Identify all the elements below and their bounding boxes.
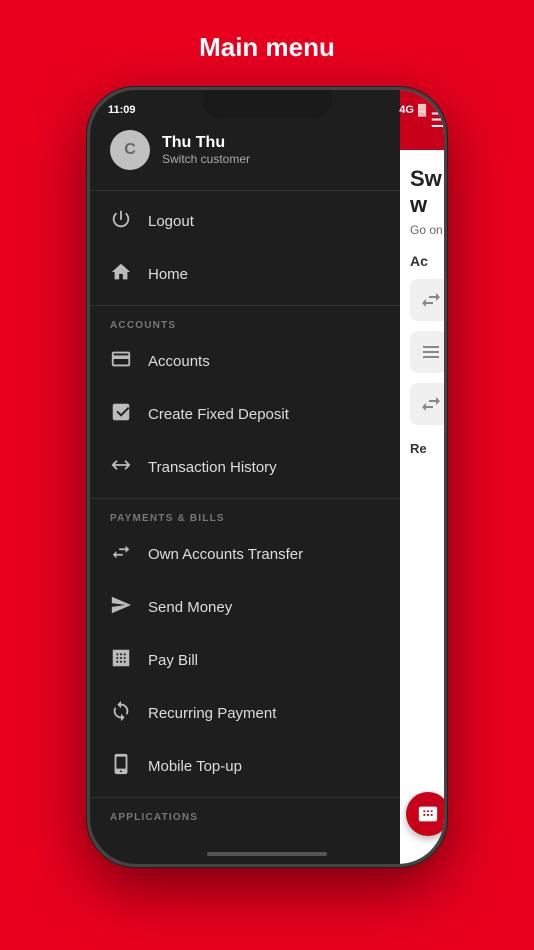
right-panel-content: Sww Go on Ac Re [400, 150, 444, 472]
home-icon [110, 261, 132, 288]
right-panel-icons [410, 279, 444, 425]
menu-item-pay-bill[interactable]: Pay Bill [90, 634, 400, 687]
divider-accounts [90, 305, 400, 306]
user-info: Thu Thu Switch customer [162, 134, 250, 166]
signal-icon: 4G [399, 104, 414, 116]
menu-panel: C Thu Thu Switch customer Logout [90, 90, 400, 864]
status-indicators: 4G ▓ [399, 104, 426, 116]
menu-item-send-money[interactable]: Send Money [90, 581, 400, 634]
user-section[interactable]: C Thu Thu Switch customer [90, 122, 400, 186]
own-transfer-label: Own Accounts Transfer [148, 546, 303, 563]
pay-bill-label: Pay Bill [148, 652, 198, 669]
phone-wrapper: 11:09 4G ▓ C Thu Thu Switch customer [87, 87, 447, 867]
right-icon-2 [410, 331, 444, 373]
menu-item-mobile-topup[interactable]: Mobile Top-up [90, 740, 400, 793]
bill-icon [110, 647, 132, 674]
home-indicator [207, 852, 327, 856]
avatar: C [110, 130, 150, 170]
right-icon-3 [410, 383, 444, 425]
divider-applications [90, 797, 400, 798]
battery-icon: ▓ [418, 104, 426, 116]
section-label-accounts: ACCOUNTS [90, 310, 400, 335]
send-money-icon [110, 594, 132, 621]
menu-item-logout[interactable]: Logout [90, 195, 400, 248]
section-label-applications: APPLICATIONS [90, 802, 400, 827]
fixed-deposit-label: Create Fixed Deposit [148, 406, 289, 423]
status-time: 11:09 [108, 104, 136, 116]
menu-item-home[interactable]: Home [90, 248, 400, 301]
power-icon [110, 208, 132, 235]
accounts-label: Accounts [148, 353, 210, 370]
status-bar: 11:09 4G ▓ [90, 90, 444, 122]
menu-item-accounts[interactable]: Accounts [90, 335, 400, 388]
fixed-deposit-icon [110, 401, 132, 428]
own-transfer-icon [110, 541, 132, 568]
right-panel-text: Sww [410, 166, 444, 219]
page-header: Main menu [0, 0, 534, 87]
menu-item-recurring[interactable]: Recurring Payment [90, 687, 400, 740]
home-label: Home [148, 266, 188, 283]
logout-label: Logout [148, 213, 194, 230]
right-icon-1 [410, 279, 444, 321]
card-icon [110, 348, 132, 375]
section-label-payments: PAYMENTS & BILLS [90, 503, 400, 528]
recurring-label: Recurring Payment [148, 705, 276, 722]
phone-frame: 11:09 4G ▓ C Thu Thu Switch customer [87, 87, 447, 867]
phone-screen: C Thu Thu Switch customer Logout [90, 90, 444, 864]
mobile-icon [110, 753, 132, 780]
send-money-label: Send Money [148, 599, 232, 616]
switch-customer-label[interactable]: Switch customer [162, 152, 250, 166]
fab-button[interactable] [406, 792, 444, 836]
menu-item-transaction-history[interactable]: Transaction History [90, 441, 400, 494]
user-name: Thu Thu [162, 134, 250, 152]
right-panel-re: Re [410, 441, 444, 456]
right-panel-sub: Go on [410, 223, 444, 237]
menu-item-own-transfer[interactable]: Own Accounts Transfer [90, 528, 400, 581]
divider-payments [90, 498, 400, 499]
right-panel: ☰ Sww Go on Ac [400, 90, 444, 864]
recurring-icon [110, 700, 132, 727]
divider-top [90, 190, 400, 191]
mobile-topup-label: Mobile Top-up [148, 758, 242, 775]
transaction-history-label: Transaction History [148, 459, 277, 476]
right-panel-accounts: Ac [410, 253, 444, 269]
transaction-icon [110, 454, 132, 481]
menu-item-fixed-deposit[interactable]: Create Fixed Deposit [90, 388, 400, 441]
